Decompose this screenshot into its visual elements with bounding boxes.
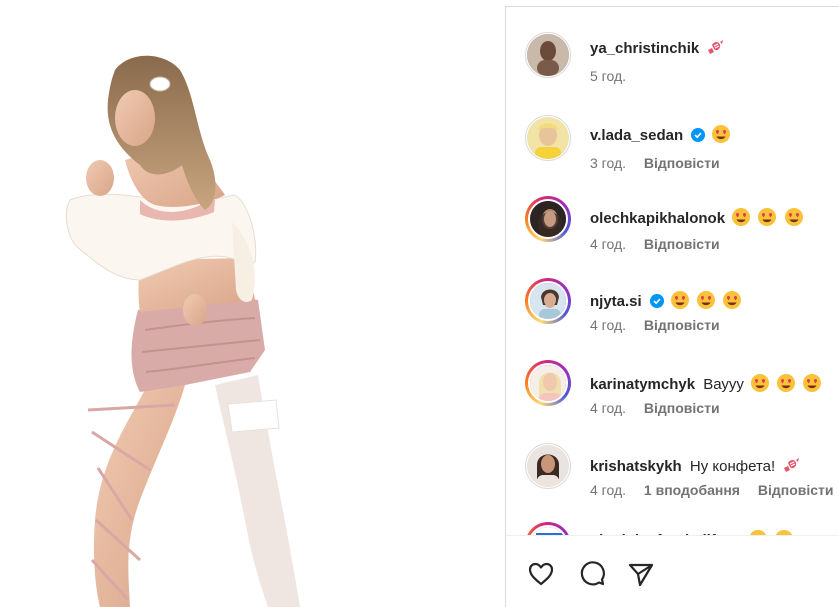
comment-meta: 4 год. Відповісти — [590, 316, 720, 334]
heart-eyes-emoji — [755, 208, 781, 227]
comment-header: krishatskykh Ну конфета! — [590, 455, 801, 477]
comment-header: olechkapikhalonok — [590, 207, 804, 229]
heart-eyes-emoji — [720, 291, 742, 310]
share-button[interactable] — [626, 559, 656, 589]
comment-header: v.lada_sedan — [590, 124, 731, 146]
comment-username[interactable]: v.lada_sedan — [590, 127, 683, 144]
comment-time[interactable]: 3 год. — [590, 155, 626, 171]
comment-likes-count[interactable]: 1 вподобання — [644, 482, 740, 498]
comment-time[interactable]: 4 год. — [590, 236, 626, 252]
post-actions-bar — [506, 535, 839, 607]
verified-badge-icon — [687, 127, 709, 144]
comment-meta: 3 год. Відповісти — [590, 154, 720, 172]
candy-emoji — [703, 40, 725, 57]
reply-button[interactable]: Відповісти — [644, 155, 720, 171]
post-photo — [65, 55, 300, 607]
caption-time[interactable]: 5 год. — [590, 68, 626, 84]
avatar-image — [528, 281, 568, 321]
heart-eyes-emoji — [748, 374, 774, 393]
comment-text: Ну конфета! — [689, 458, 776, 475]
comment-time[interactable]: 4 год. — [590, 317, 626, 333]
avatar-image — [527, 445, 569, 487]
candy-emoji — [779, 458, 801, 475]
avatar[interactable] — [525, 115, 571, 161]
comment-username[interactable]: njyta.si — [590, 293, 642, 310]
reply-button[interactable]: Відповісти — [758, 482, 834, 498]
avatar[interactable] — [525, 443, 571, 489]
comment-username[interactable]: krishatskykh — [590, 458, 682, 475]
avatar-image — [527, 117, 569, 159]
avatar[interactable] — [525, 522, 571, 535]
heart-eyes-emoji — [774, 374, 800, 393]
comment-time[interactable]: 4 год. — [590, 482, 626, 498]
heart-outline-icon — [526, 562, 556, 593]
paper-plane-icon — [626, 563, 656, 593]
heart-eyes-emoji — [694, 291, 720, 310]
heart-eyes-emoji — [729, 208, 755, 227]
heart-eyes-emoji — [709, 125, 731, 144]
comment-button[interactable] — [577, 559, 607, 589]
comment-meta: 4 год. Відповісти — [590, 235, 720, 253]
caption-meta: 5 год. — [590, 67, 626, 85]
comment-time[interactable]: 4 год. — [590, 400, 626, 416]
author-username[interactable]: ya_christinchik — [590, 40, 699, 57]
avatar[interactable] — [525, 278, 571, 324]
like-button[interactable] — [526, 559, 556, 589]
comment-bubble-icon — [577, 561, 607, 593]
avatar[interactable] — [525, 196, 571, 242]
comment-text: Вауyy — [703, 376, 744, 393]
post-image[interactable] — [0, 0, 505, 607]
avatar-image — [528, 525, 568, 535]
reply-button[interactable]: Відповісти — [644, 317, 720, 333]
caption-header: ya_christinchik — [590, 37, 725, 59]
comment-username[interactable]: karinatymchyk — [590, 376, 695, 393]
comments-panel: ya_christinchik 5 год. v.lada_sedan 3 го… — [505, 6, 839, 607]
comment-username[interactable]: olechkapikhalonok — [590, 210, 725, 227]
comment-meta: 4 год. 1 вподобання Відповісти — [590, 481, 834, 499]
instagram-post-view: ya_christinchik 5 год. v.lada_sedan 3 го… — [0, 0, 839, 607]
reply-button[interactable]: Відповісти — [644, 400, 720, 416]
avatar[interactable] — [525, 32, 571, 78]
comments-list[interactable]: ya_christinchik 5 год. v.lada_sedan 3 го… — [506, 7, 839, 535]
reply-button[interactable]: Відповісти — [644, 236, 720, 252]
author-avatar-image — [527, 34, 569, 76]
avatar-image — [528, 199, 568, 239]
comment-header: karinatymchyk Вауyy — [590, 373, 822, 395]
avatar-image — [528, 363, 568, 403]
comment-meta: 4 год. Відповісти — [590, 399, 720, 417]
verified-badge-icon — [646, 293, 668, 310]
comment-header: njyta.si — [590, 290, 742, 312]
heart-eyes-emoji — [668, 291, 694, 310]
heart-eyes-emoji — [800, 374, 822, 393]
avatar[interactable] — [525, 360, 571, 406]
heart-eyes-emoji — [782, 208, 804, 227]
